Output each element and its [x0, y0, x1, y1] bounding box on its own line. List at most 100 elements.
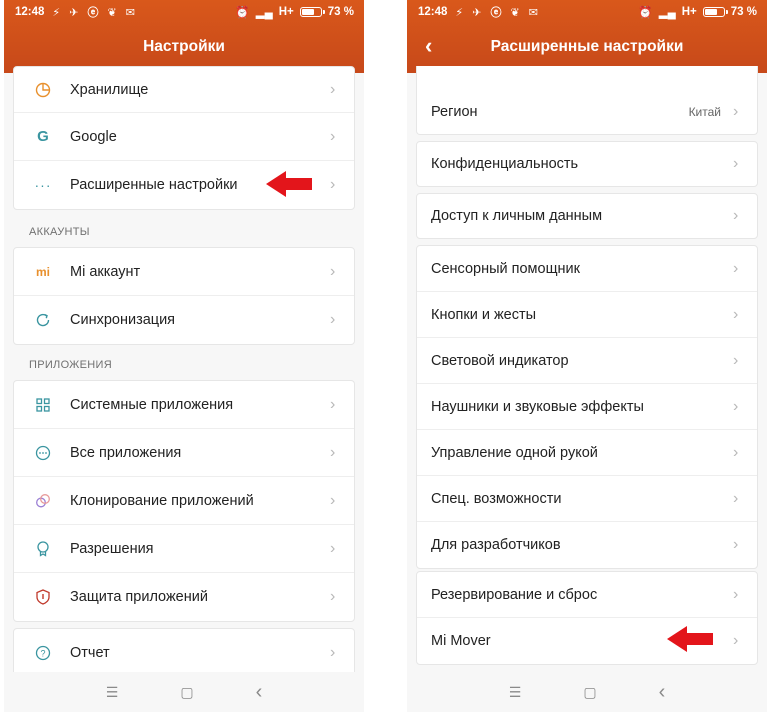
- region-value: Китай: [688, 105, 721, 119]
- permissions-icon: [14, 540, 70, 557]
- chevron-right-icon: ›: [733, 632, 739, 649]
- mi-icon: mi: [35, 264, 50, 279]
- chevron-right-icon: ›: [330, 80, 336, 98]
- settings-group-apps: Системные приложения › Все приложения › …: [13, 380, 355, 622]
- status-time: 12:48: [15, 6, 45, 18]
- page-title: Расширенные настройки: [490, 38, 684, 55]
- storage-icon: [14, 82, 70, 98]
- settings-item-mi-account[interactable]: mi Mi аккаунт ›: [14, 248, 354, 296]
- battery-icon: [702, 7, 728, 17]
- section-header-apps: ПРИЛОЖЕНИЯ: [29, 359, 112, 371]
- settings-group-system: Сенсорный помощник › Кнопки и жесты › Св…: [416, 245, 758, 569]
- chevron-right-icon: ›: [330, 395, 336, 413]
- settings-item-label: Резервирование и сброс: [431, 586, 598, 603]
- settings-item-report[interactable]: ? Отчет ›: [14, 629, 354, 677]
- status-bar: 12:48 ⚡ ✈ ⓔ ❦ ✉ ⏰ ▂▄ H+ 73 %: [4, 0, 364, 24]
- settings-item-label: Световой индикатор: [431, 352, 569, 369]
- chevron-right-icon: ›: [330, 176, 336, 193]
- settings-item-data-access[interactable]: Доступ к личным данным ›: [417, 194, 757, 238]
- settings-item-label: Спец. возможности: [431, 490, 562, 507]
- network-type: H+: [278, 6, 294, 18]
- settings-item-google[interactable]: G Google ›: [14, 113, 354, 161]
- app-bar: 12:48 ⚡ ✈ ⓔ ❦ ✉ ⏰ ▂▄ H+ 73 % Настройки: [4, 0, 364, 73]
- chevron-right-icon: ›: [733, 489, 739, 507]
- network-type: H+: [681, 6, 697, 18]
- settings-item-system-apps[interactable]: Системные приложения ›: [14, 381, 354, 429]
- settings-item-label: Для разработчиков: [431, 537, 561, 553]
- settings-item-all-apps[interactable]: Все приложения ›: [14, 429, 354, 477]
- back-nav-icon[interactable]: ‹: [256, 681, 263, 704]
- chevron-right-icon: ›: [733, 103, 739, 120]
- settings-screen: 12:48 ⚡ ✈ ⓔ ❦ ✉ ⏰ ▂▄ H+ 73 % Настройки Х…: [4, 0, 364, 712]
- battery-percent: 73 %: [730, 6, 757, 18]
- settings-item-clone-apps[interactable]: Клонирование приложений ›: [14, 477, 354, 525]
- chevron-right-icon: ›: [330, 443, 336, 461]
- status-bar: 12:48 ⚡ ✈ ⓔ ❦ ✉ ⏰ ▂▄ H+ 73 %: [407, 0, 767, 24]
- settings-item-label: Наушники и звуковые эффекты: [431, 398, 644, 415]
- settings-item-touch-assistant[interactable]: Сенсорный помощник ›: [417, 246, 757, 292]
- svg-text:?: ?: [40, 649, 45, 659]
- red-arrow-pointer: [667, 626, 713, 652]
- settings-item-label: Защита приложений: [70, 589, 208, 605]
- settings-item-permissions[interactable]: Разрешения ›: [14, 525, 354, 573]
- settings-item-notification-light[interactable]: Световой индикатор ›: [417, 338, 757, 384]
- settings-item-backup-reset[interactable]: Резервирование и сброс ›: [417, 572, 757, 618]
- chevron-right-icon: ›: [733, 536, 739, 553]
- settings-item-app-protection[interactable]: Защита приложений ›: [14, 573, 354, 621]
- home-icon[interactable]: ▢: [583, 684, 596, 701]
- battery-icon: [299, 7, 325, 17]
- settings-item-label: Клонирование приложений: [70, 492, 254, 509]
- settings-item-sync[interactable]: Синхронизация ›: [14, 296, 354, 344]
- settings-group-region: Регион Китай ›: [416, 66, 758, 135]
- settings-item-label: Доступ к личным данным: [431, 208, 603, 224]
- alarm-icon: ⏰: [235, 7, 250, 19]
- chevron-right-icon: ›: [330, 311, 336, 328]
- battery-percent: 73 %: [327, 6, 354, 18]
- notification-icons: ⚡ ✈ ⓔ ❦ ✉: [52, 7, 139, 19]
- status-time: 12:48: [418, 6, 448, 18]
- chevron-right-icon: ›: [330, 127, 336, 145]
- chevron-right-icon: ›: [330, 491, 336, 509]
- settings-item-label: Регион: [431, 104, 478, 120]
- chevron-right-icon: ›: [733, 351, 739, 369]
- settings-item-label: Синхронизация: [70, 312, 176, 328]
- settings-item-storage[interactable]: Хранилище ›: [14, 67, 354, 113]
- notification-icons: ⚡ ✈ ⓔ ❦ ✉: [455, 7, 542, 19]
- settings-item-label: Конфиденциальность: [431, 156, 579, 172]
- settings-item-label: Сенсорный помощник: [431, 260, 580, 277]
- chevron-right-icon: ›: [330, 644, 336, 661]
- menu-icon[interactable]: ☰: [106, 684, 119, 701]
- chevron-right-icon: ›: [733, 585, 739, 603]
- settings-item-accessibility[interactable]: Спец. возможности ›: [417, 476, 757, 522]
- settings-item-label: Mi аккаунт: [70, 263, 141, 280]
- settings-group-privacy: Конфиденциальность ›: [416, 141, 758, 187]
- settings-item-region[interactable]: Регион Китай ›: [417, 66, 757, 134]
- settings-item-label: Все приложения: [70, 444, 182, 461]
- settings-item-buttons-gestures[interactable]: Кнопки и жесты ›: [417, 292, 757, 338]
- home-icon[interactable]: ▢: [180, 684, 193, 701]
- settings-item-privacy[interactable]: Конфиденциальность ›: [417, 142, 757, 186]
- sync-icon: [14, 312, 70, 328]
- menu-icon[interactable]: ☰: [509, 684, 522, 701]
- settings-item-developer[interactable]: Для разработчиков ›: [417, 522, 757, 568]
- chevron-right-icon: ›: [733, 443, 739, 461]
- chevron-right-icon: ›: [330, 588, 336, 605]
- settings-item-label: Отчет: [70, 645, 110, 661]
- settings-item-label: Системные приложения: [70, 396, 234, 413]
- settings-group-accounts: mi Mi аккаунт › Синхронизация ›: [13, 247, 355, 345]
- chevron-right-icon: ›: [330, 262, 336, 280]
- apps-circle-icon: [14, 445, 70, 461]
- red-arrow-pointer: [266, 171, 312, 197]
- back-nav-icon[interactable]: ‹: [659, 681, 666, 704]
- settings-group-report: ? Отчет ›: [13, 628, 355, 678]
- grid-icon: [14, 397, 70, 412]
- clone-icon: [14, 493, 70, 509]
- signal-icon: ▂▄: [658, 7, 676, 19]
- system-nav-bar: ☰ ▢ ‹: [4, 672, 364, 712]
- settings-item-one-handed[interactable]: Управление одной рукой ›: [417, 430, 757, 476]
- settings-item-headphones[interactable]: Наушники и звуковые эффекты ›: [417, 384, 757, 430]
- signal-icon: ▂▄: [255, 7, 273, 19]
- chevron-right-icon: ›: [733, 259, 739, 277]
- shield-icon: [14, 589, 70, 605]
- advanced-settings-screen: 12:48 ⚡ ✈ ⓔ ❦ ✉ ⏰ ▂▄ H+ 73 % ‹ Расширенн…: [407, 0, 767, 712]
